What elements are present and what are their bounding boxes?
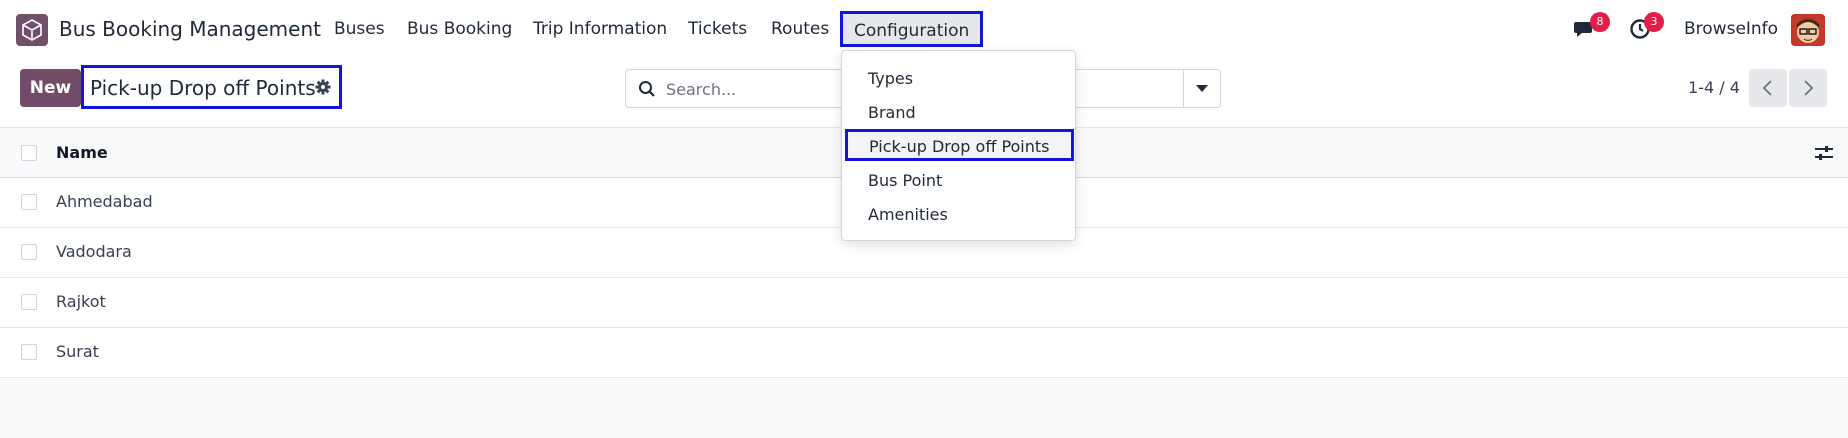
app-name[interactable]: Bus Booking Management — [59, 17, 321, 41]
table-row[interactable]: Rajkot — [0, 278, 1848, 328]
dropdown-item-amenities[interactable]: Amenities — [868, 205, 948, 224]
dropdown-item-types[interactable]: Types — [868, 69, 913, 88]
menu-bus-booking[interactable]: Bus Booking — [407, 19, 512, 39]
configuration-dropdown: Types Brand Pick-up Drop off Points Bus … — [841, 50, 1076, 241]
package-icon — [22, 19, 42, 41]
table-row[interactable]: Surat — [0, 328, 1848, 378]
pager-value[interactable]: 1-4 / 4 — [1688, 78, 1740, 97]
menu-trip-information[interactable]: Trip Information — [533, 19, 667, 39]
user-avatar-icon — [1791, 14, 1825, 46]
app-icon[interactable] — [16, 14, 48, 46]
company-switcher[interactable]: BrowseInfo — [1684, 19, 1778, 39]
menu-routes[interactable]: Routes — [771, 19, 829, 39]
menu-configuration[interactable]: Configuration — [840, 11, 984, 47]
row-name: Surat — [56, 342, 99, 361]
new-button[interactable]: New — [20, 69, 81, 107]
dropdown-item-bus-point[interactable]: Bus Point — [868, 171, 942, 190]
page-title: Pick-up Drop off Points — [90, 76, 316, 100]
chevron-left-icon — [1762, 80, 1772, 96]
menu-tickets[interactable]: Tickets — [688, 19, 747, 39]
chevron-right-icon — [1804, 80, 1814, 96]
column-header-name[interactable]: Name — [56, 143, 108, 162]
select-all-checkbox[interactable] — [21, 145, 37, 161]
row-checkbox[interactable] — [21, 344, 37, 360]
messages-badge: 8 — [1590, 12, 1610, 32]
row-checkbox[interactable] — [21, 244, 37, 260]
search-options-toggle[interactable] — [1183, 70, 1220, 107]
pager-next-button[interactable] — [1789, 69, 1827, 107]
optional-columns-icon[interactable] — [1815, 145, 1833, 161]
dropdown-item-pickup-drop-off-points[interactable]: Pick-up Drop off Points — [845, 129, 1074, 161]
search-icon — [639, 81, 655, 97]
gear-icon[interactable] — [315, 79, 331, 95]
avatar[interactable] — [1791, 14, 1825, 46]
pager-previous-button[interactable] — [1749, 69, 1787, 107]
dropdown-item-brand[interactable]: Brand — [868, 103, 916, 122]
row-name: Rajkot — [56, 292, 106, 311]
row-name: Vadodara — [56, 242, 132, 261]
row-name: Ahmedabad — [56, 192, 153, 211]
row-checkbox[interactable] — [21, 194, 37, 210]
activities-badge: 3 — [1644, 12, 1664, 32]
menu-buses[interactable]: Buses — [334, 19, 385, 39]
breadcrumb: Pick-up Drop off Points — [81, 65, 342, 109]
caret-down-icon — [1196, 85, 1208, 92]
row-checkbox[interactable] — [21, 294, 37, 310]
